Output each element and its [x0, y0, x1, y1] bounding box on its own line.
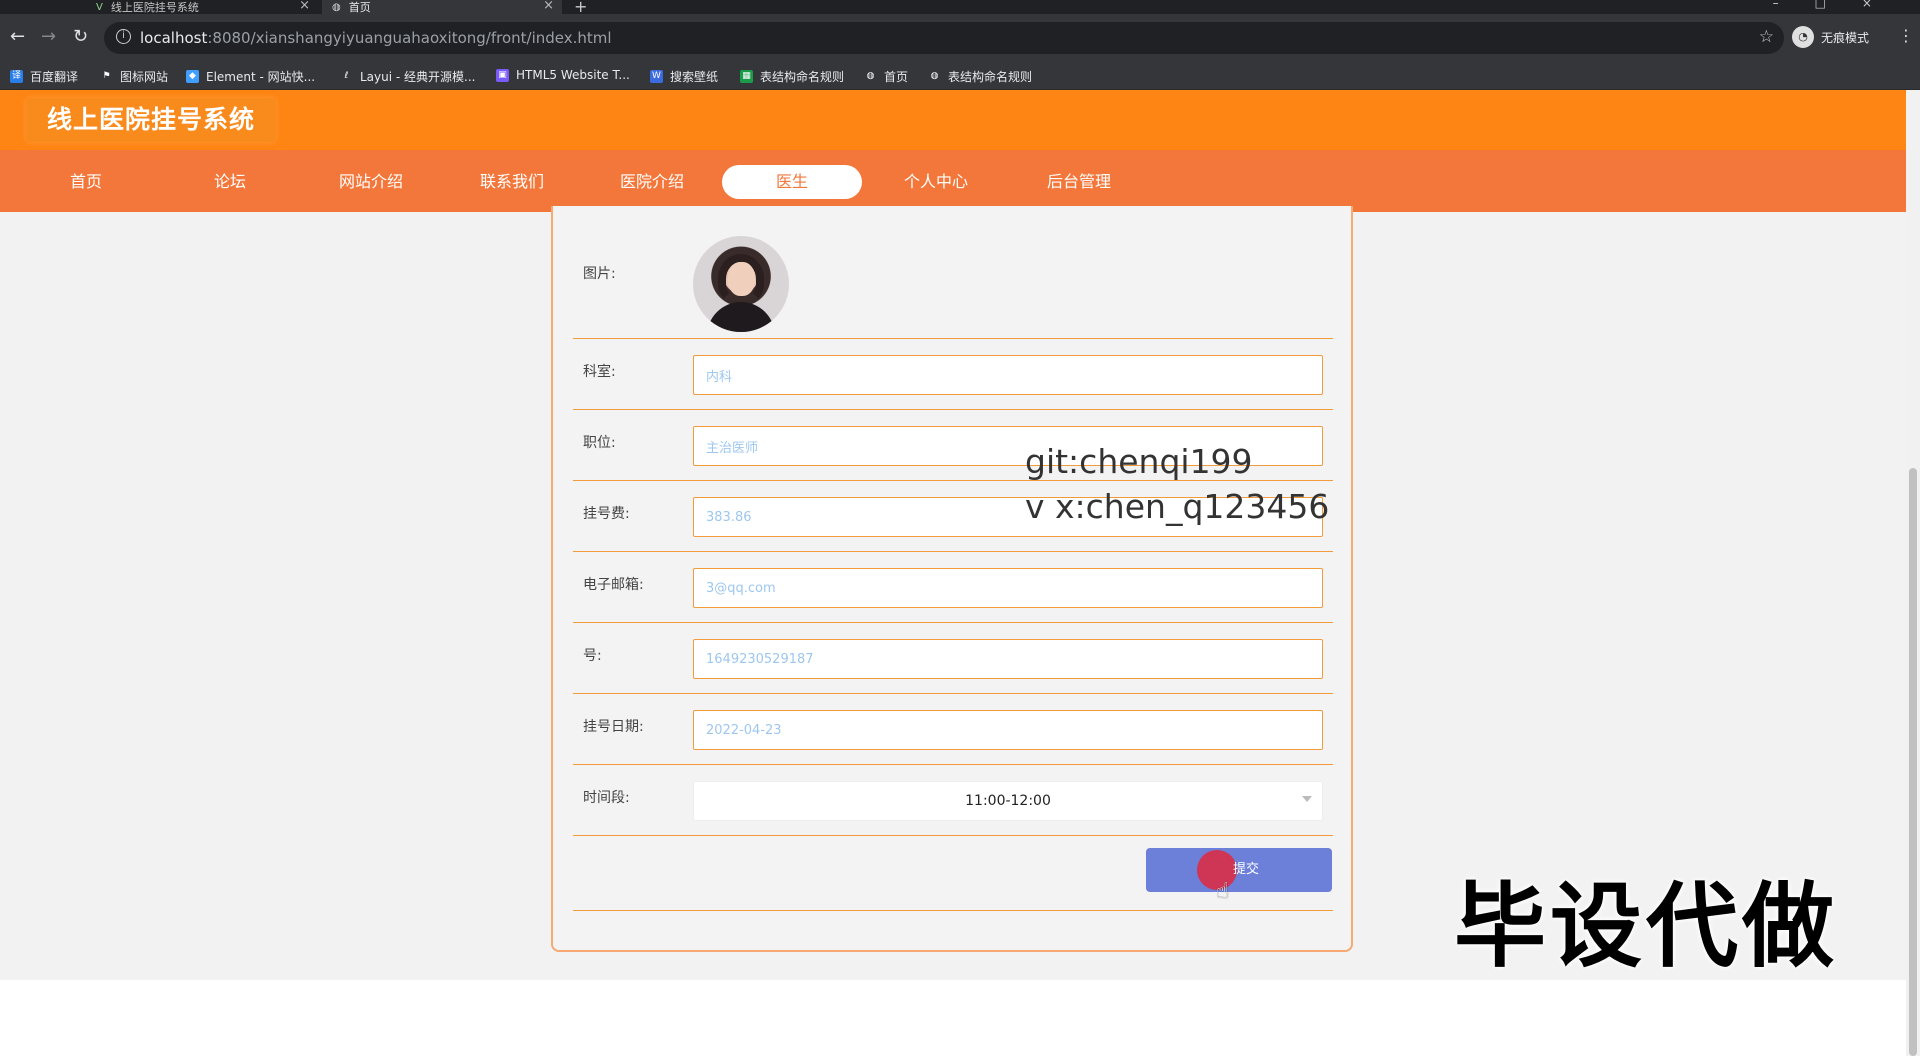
date-row: 挂号日期:: [573, 694, 1333, 765]
flag-icon: ⚑: [102, 71, 111, 81]
number-field[interactable]: [693, 639, 1323, 679]
site-header: 线上医院挂号系统: [0, 90, 1920, 150]
bookmark-star-icon[interactable]: ☆: [1759, 27, 1774, 47]
submit-button[interactable]: 提交 ☝: [1146, 848, 1332, 904]
submit-label: 提交: [1232, 862, 1259, 877]
globe-icon: ◍: [332, 1, 341, 13]
department-input[interactable]: [694, 356, 1322, 394]
nav-forum[interactable]: 论坛: [160, 165, 300, 199]
field-label: 科室:: [583, 364, 616, 380]
address-bar[interactable]: i localhost:8080/xianshangyiyuanguahaoxi…: [104, 22, 1784, 54]
sheet-icon: ▦: [740, 70, 753, 83]
field-label: 电子邮箱:: [583, 577, 644, 593]
time-label: 时间段:: [583, 790, 630, 806]
field-label: 号:: [583, 648, 602, 664]
field-label: 挂号费:: [583, 506, 630, 522]
window-controls[interactable]: –□×: [1773, 0, 1908, 10]
bookmark-item[interactable]: ▦ 表结构命名规则: [740, 68, 844, 85]
globe-icon: ◍: [866, 71, 875, 81]
email-input[interactable]: [694, 569, 1322, 607]
submit-row: 提交 ☝: [573, 836, 1333, 911]
email-row: 电子邮箱:: [573, 552, 1333, 623]
time-select[interactable]: 11:00-12:00: [693, 781, 1323, 821]
browser-tab-strip: V 线上医院挂号系统 × ◍ 首页 × + –□×: [0, 0, 1920, 16]
vue-icon: V: [96, 1, 103, 13]
nav-hospital[interactable]: 医院介绍: [582, 165, 722, 199]
picture-label: 图片:: [583, 266, 616, 282]
incognito-icon: ◔: [1792, 26, 1814, 48]
forward-icon[interactable]: →: [41, 26, 56, 47]
git-watermark: git:chenqi199: [1025, 442, 1253, 481]
nav-doctor[interactable]: 医生: [722, 165, 862, 199]
incognito-label: 无痕模式: [1821, 30, 1870, 45]
department-field[interactable]: [693, 355, 1323, 395]
close-icon[interactable]: ×: [299, 0, 310, 13]
tab-title: 首页: [348, 1, 371, 14]
date-field[interactable]: [693, 710, 1323, 750]
tab-title: 线上医院挂号系统: [110, 1, 199, 14]
main-nav: 首页 论坛 网站介绍 联系我们 医院介绍 医生 个人中心 后台管理: [0, 150, 1920, 212]
booking-form: 图片: 科室: 职位: 挂号费: 电子邮箱: 号: 挂号日期:: [551, 206, 1353, 952]
browser-tab-2[interactable]: ◍ 首页 ×: [322, 0, 562, 14]
email-field[interactable]: [693, 568, 1323, 608]
bookmarks-bar: 译百度翻译 ⚑ 图标网站 ◆ Element - 网站快... ℓ Layui - 经…: [0, 62, 1920, 90]
bookmark-item[interactable]: ⚑ 图标网站: [100, 68, 168, 85]
close-icon[interactable]: ×: [543, 0, 554, 13]
bookmark-item[interactable]: 译百度翻译: [10, 68, 78, 85]
reload-icon[interactable]: ↻: [73, 26, 88, 47]
hand-cursor-icon: ☝: [1216, 879, 1230, 904]
page-footer: [0, 980, 1906, 1056]
bookmark-item[interactable]: ◍ 表结构命名规则: [928, 68, 1032, 85]
html5-icon: ▣: [496, 68, 509, 82]
info-icon[interactable]: i: [116, 29, 131, 44]
element-icon: ◆: [186, 70, 199, 83]
page-scrollbar[interactable]: [1906, 90, 1920, 1056]
scrollbar-thumb[interactable]: [1909, 468, 1917, 1056]
nav-contact[interactable]: 联系我们: [442, 165, 582, 199]
time-select-value: 11:00-12:00: [965, 793, 1051, 809]
doctor-avatar: [693, 236, 789, 332]
bookmark-item[interactable]: ▣ HTML5 Website T...: [496, 68, 630, 82]
site-title[interactable]: 线上医院挂号系统: [26, 98, 276, 142]
browser-menu-icon[interactable]: ⋮: [1898, 26, 1914, 45]
date-input[interactable]: [694, 711, 1322, 749]
nav-home[interactable]: 首页: [16, 165, 156, 199]
layui-icon: ℓ: [344, 71, 349, 81]
url-text[interactable]: localhost:8080/xianshangyiyuanguahaoxito…: [140, 29, 612, 47]
department-row: 科室:: [573, 339, 1333, 410]
browser-toolbar: ← → ↻ i localhost:8080/xianshangyiyuangu…: [0, 14, 1920, 62]
field-label: 职位:: [583, 435, 616, 451]
time-row: 时间段: 11:00-12:00: [573, 765, 1333, 836]
nav-personal-center[interactable]: 个人中心: [866, 165, 1006, 199]
bookmark-item[interactable]: ◆ Element - 网站快...: [186, 68, 315, 85]
promo-watermark: 毕设代做: [1454, 873, 1839, 980]
number-input[interactable]: [694, 640, 1322, 678]
translate-icon: 译: [10, 70, 23, 83]
chevron-down-icon: [1302, 796, 1312, 802]
back-icon[interactable]: ←: [10, 26, 25, 47]
field-label: 挂号日期:: [583, 719, 644, 735]
bookmark-item[interactable]: ℓ Layui - 经典开源模...: [340, 68, 476, 85]
nav-about-site[interactable]: 网站介绍: [301, 165, 441, 199]
vx-watermark: v x:chen_q123456: [1025, 487, 1330, 526]
wallpaper-icon: W: [650, 70, 663, 83]
globe-icon: ◍: [930, 71, 939, 81]
browser-tab-1[interactable]: V 线上医院挂号系统 ×: [86, 0, 318, 14]
incognito-indicator[interactable]: ◔ 无痕模式: [1792, 26, 1869, 48]
nav-admin[interactable]: 后台管理: [1009, 165, 1149, 199]
number-row: 号:: [573, 623, 1333, 694]
picture-row: 图片:: [573, 206, 1333, 339]
bookmark-item[interactable]: ◍ 首页: [864, 68, 908, 85]
bookmark-item[interactable]: W 搜索壁纸: [650, 68, 718, 85]
